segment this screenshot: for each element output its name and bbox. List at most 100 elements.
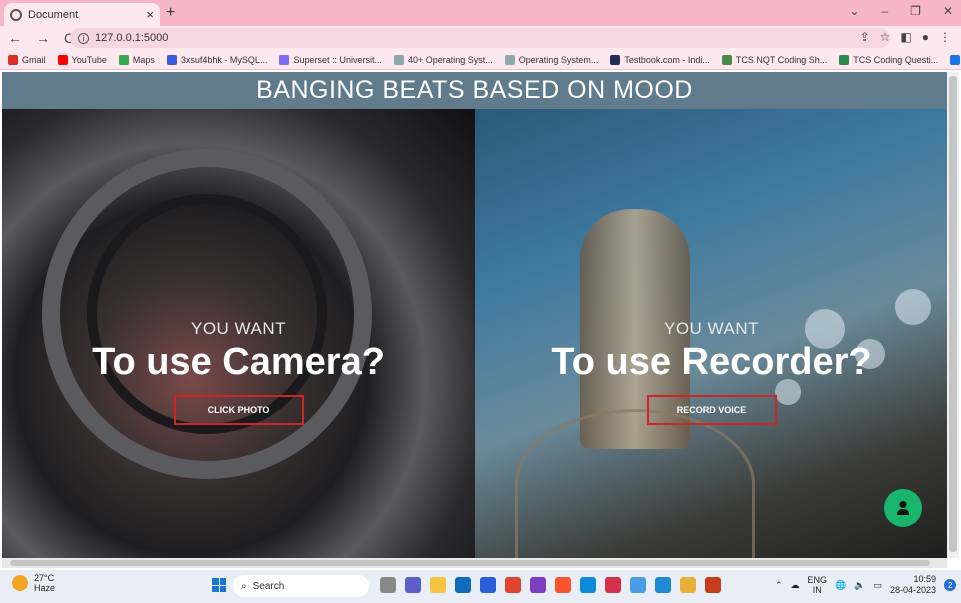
restore-button[interactable]: ❐ (910, 4, 921, 18)
vscode-icon[interactable] (655, 577, 671, 593)
bookmark-star-icon[interactable]: ☆ (880, 30, 891, 44)
bookmark-favicon-icon (166, 54, 177, 65)
bookmark-label: 40+ Operating Syst... (408, 54, 493, 65)
edge-icon[interactable] (580, 577, 596, 593)
back-icon[interactable]: ← (8, 30, 22, 46)
bookmark-label: Testbook.com - Indi... (624, 54, 710, 65)
close-tab-icon[interactable]: × (146, 7, 154, 22)
mail-icon[interactable] (455, 577, 471, 593)
bookmark-item[interactable]: TCS NQT Coding Sh... (721, 54, 828, 65)
bookmark-item[interactable]: TCS Coding Questi... (839, 54, 939, 65)
visual-studio-icon[interactable] (530, 577, 546, 593)
taskbar-search[interactable]: ⌕ Search (233, 575, 369, 597)
chat-icon[interactable] (405, 577, 421, 593)
camera-app-icon[interactable] (605, 577, 621, 593)
record-voice-button[interactable]: RECORD VOICE (646, 395, 777, 425)
brave-icon[interactable] (555, 577, 571, 593)
bookmark-favicon-icon (394, 54, 404, 65)
bookmark-item[interactable]: Learn @ SkillVertex... (950, 54, 961, 65)
recorder-prefix: YOU WANT (664, 319, 759, 338)
bookmark-favicon-icon (8, 54, 18, 65)
globe-icon (10, 8, 22, 21)
bookmark-item[interactable]: Superset :: Universit... (279, 54, 382, 65)
search-icon: ⌕ (241, 580, 247, 592)
bookmark-label: YouTube (71, 54, 107, 65)
bookmark-favicon-icon (504, 54, 515, 65)
bookmark-label: Operating System... (518, 54, 599, 65)
site-info-icon[interactable]: i (78, 32, 89, 44)
bookmark-item[interactable]: Maps (118, 54, 155, 65)
language-indicator[interactable]: ENG IN (808, 575, 828, 595)
vertical-scrollbar[interactable] (947, 72, 959, 558)
bookmark-label: Superset :: Universit... (293, 54, 382, 65)
new-tab-button[interactable]: + (166, 4, 175, 22)
bookmark-favicon-icon (839, 54, 850, 65)
click-photo-button[interactable]: CLICK PHOTO (173, 395, 304, 425)
store-icon[interactable] (480, 577, 496, 593)
browser-tab[interactable]: Document × (4, 3, 160, 26)
search-placeholder: Search (252, 580, 285, 592)
chevron-up-icon[interactable]: ⌃ (775, 580, 783, 591)
bookmark-favicon-icon (950, 54, 961, 65)
weather-icon (12, 575, 28, 591)
user-fab-button[interactable] (884, 489, 922, 527)
menu-icon[interactable]: ⋮ (939, 30, 951, 44)
bookmark-favicon-icon (610, 54, 621, 65)
browser-tabstrip: Document × + ⌄ – ❐ ✕ (0, 0, 961, 26)
bookmark-label: TCS Coding Questi... (853, 54, 939, 65)
chrome-icon[interactable] (680, 577, 696, 593)
taskbar: 27°C Haze ⌕ Search ⌃ ☁ ENG IN 🌐 🔈 ▭ 10:5… (0, 570, 961, 603)
bookmarks-bar: Gmail YouTube Maps 3xsuf4bhk - MySQL... Supe… (0, 50, 961, 70)
page-title: BANGING BEATS BASED ON MOOD (2, 72, 947, 109)
notepad-icon[interactable] (630, 577, 646, 593)
weather-widget[interactable]: 27°C Haze (12, 573, 55, 593)
weather-condition: Haze (34, 583, 56, 593)
bookmark-label: TCS NQT Coding Sh... (735, 54, 828, 65)
camera-prefix: YOU WANT (191, 319, 286, 338)
web-page: BANGING BEATS BASED ON MOOD YOU WANT To … (2, 72, 947, 558)
recorder-panel: YOU WANT To use Recorder? RECORD VOICE (475, 109, 947, 558)
bookmark-item[interactable]: Operating System... (504, 54, 599, 65)
bookmark-label: Gmail (22, 54, 46, 65)
side-panel-icon[interactable]: ◧ (900, 30, 911, 44)
address-bar[interactable]: i 127.0.0.1:5000 (70, 28, 890, 48)
profile-avatar[interactable]: ● (922, 30, 929, 44)
bookmark-item[interactable]: 3xsuf4bhk - MySQL... (166, 54, 268, 65)
file-explorer-icon[interactable] (430, 577, 446, 593)
bookmark-item[interactable]: Testbook.com - Indi... (610, 54, 710, 65)
git-icon[interactable] (505, 577, 521, 593)
bookmark-item[interactable]: 40+ Operating Syst... (394, 54, 493, 65)
close-window-button[interactable]: ✕ (943, 4, 953, 18)
scroll-thumb[interactable] (10, 560, 930, 566)
bookmark-label: 3xsuf4bhk - MySQL... (180, 54, 268, 65)
powerpoint-icon[interactable] (705, 577, 721, 593)
bookmark-favicon-icon (279, 54, 290, 65)
minimize-button[interactable]: – (881, 4, 888, 18)
mic-stand-image (515, 409, 755, 558)
bookmark-item[interactable]: Gmail (8, 54, 46, 65)
share-icon[interactable]: ⇪ (860, 30, 870, 44)
tab-search-icon[interactable]: ⌄ (849, 4, 859, 18)
taskbar-apps (380, 577, 721, 593)
notification-badge[interactable]: 2 (944, 579, 957, 591)
cloud-icon[interactable]: ☁ (791, 580, 800, 591)
clock[interactable]: 10:59 28-04-2023 (890, 574, 936, 596)
temperature: 27°C (34, 573, 55, 583)
camera-headline: To use Camera? (92, 341, 385, 383)
system-tray: ⌃ ☁ ENG IN 🌐 🔈 ▭ 10:59 28-04-2023 2 (775, 574, 957, 596)
battery-icon[interactable]: ▭ (874, 580, 883, 591)
user-icon (897, 501, 909, 515)
browser-toolbar: ← → C i 127.0.0.1:5000 ⇪ ☆ ◧ ● ⋮ (0, 26, 961, 50)
toolbar-actions: ⇪ ☆ ◧ ● ⋮ (860, 30, 951, 44)
bookmark-item[interactable]: YouTube (57, 54, 107, 65)
horizontal-scrollbar[interactable] (2, 558, 947, 568)
tab-title: Document (28, 8, 79, 21)
start-button[interactable] (212, 578, 226, 592)
forward-icon[interactable]: → (36, 30, 50, 46)
recorder-headline: To use Recorder? (551, 341, 872, 383)
network-icon[interactable]: 🌐 (835, 580, 846, 591)
camera-panel: YOU WANT To use Camera? CLICK PHOTO (2, 109, 475, 558)
volume-icon[interactable]: 🔈 (854, 580, 865, 591)
task-view-icon[interactable] (380, 577, 396, 593)
scroll-thumb[interactable] (949, 76, 957, 552)
